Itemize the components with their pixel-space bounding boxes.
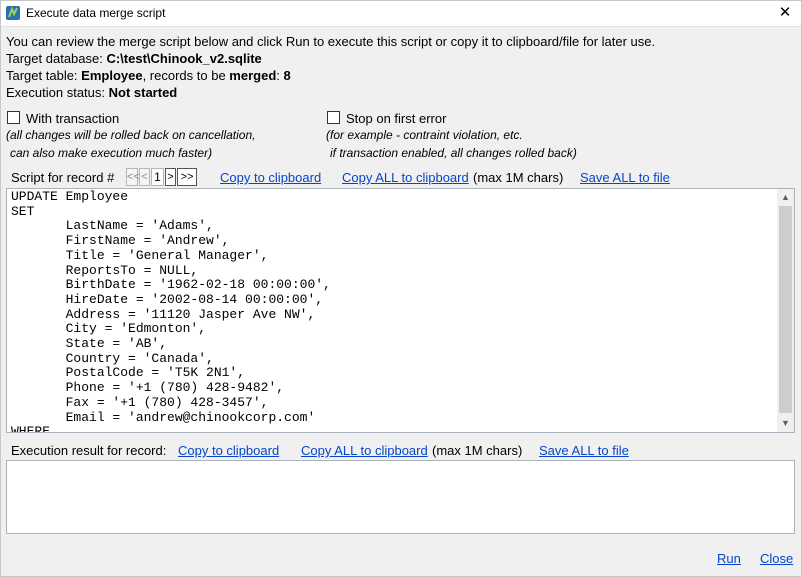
nav-last-button[interactable]: >> (177, 168, 197, 186)
execution-status-label: Execution status: (6, 85, 109, 100)
target-table-value: Employee (81, 68, 143, 83)
intro-text: You can review the merge script below an… (6, 34, 656, 49)
with-transaction-label[interactable]: With transaction (26, 111, 119, 126)
script-textarea[interactable]: UPDATE Employee SET LastName = 'Adams', … (6, 188, 795, 433)
target-database-value: C:\test\Chinook_v2.sqlite (106, 51, 262, 66)
execution-result-label: Execution result for record: (11, 443, 167, 458)
nav-next-button[interactable]: > (165, 168, 176, 186)
records-count: 8 (283, 68, 291, 83)
records-merged-word: merged (229, 68, 277, 83)
run-button[interactable]: Run (717, 551, 741, 566)
with-transaction-note-1: (all changes will be rolled back on canc… (6, 128, 256, 142)
app-icon (5, 5, 21, 21)
script-max-note: (max 1M chars) (473, 170, 564, 185)
scroll-down-icon[interactable]: ▼ (777, 415, 794, 432)
target-table-line: Target table: Employee, records to be me… (6, 68, 291, 83)
with-transaction-checkbox[interactable] (7, 111, 20, 124)
nav-prev-button[interactable]: < (139, 168, 150, 186)
execution-status-value: Not started (108, 85, 178, 100)
scroll-up-icon[interactable]: ▲ (777, 189, 794, 206)
title-bar: Execute data merge script ✕ (0, 0, 802, 27)
with-transaction-note-2: can also make execution much faster) (10, 146, 213, 160)
nav-first-button[interactable]: << (126, 168, 140, 186)
script-copy-button[interactable]: Copy to clipboard (220, 170, 321, 185)
target-database-label: Target database: (6, 51, 107, 66)
records-colon: : (276, 68, 284, 83)
stop-on-error-note-1: (for example - contraint violation, etc. (326, 128, 523, 142)
close-button[interactable]: Close (760, 551, 793, 566)
close-icon[interactable]: ✕ (768, 0, 802, 27)
scroll-thumb[interactable] (779, 206, 792, 413)
script-content: UPDATE Employee SET LastName = 'Adams', … (11, 189, 331, 433)
execution-status-line: Execution status: Not started (6, 85, 177, 100)
result-max-note: (max 1M chars) (432, 443, 523, 458)
script-save-all-button[interactable]: Save ALL to file (580, 170, 670, 185)
result-save-all-button[interactable]: Save ALL to file (539, 443, 629, 458)
record-navigator: << < 1 > >> (126, 168, 198, 186)
target-database-line: Target database: C:\test\Chinook_v2.sqli… (6, 51, 262, 66)
result-copy-button[interactable]: Copy to clipboard (178, 443, 279, 458)
script-copy-all-button[interactable]: Copy ALL to clipboard (342, 170, 469, 185)
result-copy-all-button[interactable]: Copy ALL to clipboard (301, 443, 428, 458)
result-textarea[interactable] (6, 460, 795, 534)
stop-on-error-label[interactable]: Stop on first error (346, 111, 446, 126)
target-table-label: Target table: (6, 68, 82, 83)
script-for-record-label: Script for record # (11, 170, 115, 185)
window-title: Execute data merge script (26, 6, 166, 20)
records-label: , records to be (142, 68, 230, 83)
script-scrollbar[interactable]: ▲ ▼ (777, 189, 794, 432)
stop-on-error-note-2: if transaction enabled, all changes roll… (330, 146, 577, 160)
nav-page-number[interactable]: 1 (151, 168, 164, 186)
stop-on-error-checkbox[interactable] (327, 111, 340, 124)
